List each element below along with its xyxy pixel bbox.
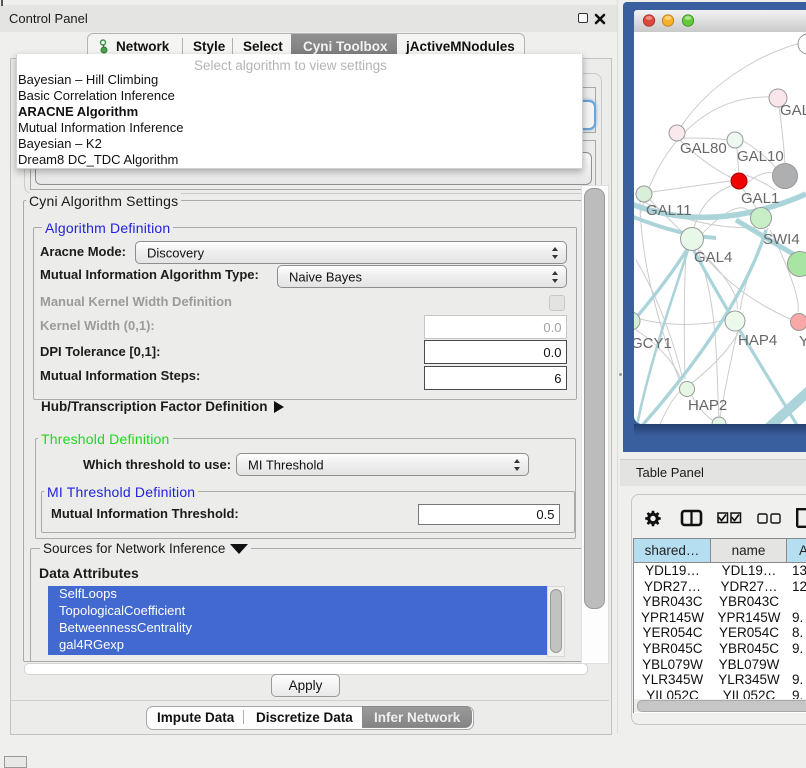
svg-text:GAL8: GAL8 (780, 102, 806, 119)
svg-text:Y: Y (799, 333, 806, 350)
svg-text:HAP4: HAP4 (738, 332, 777, 349)
svg-text:GAL10: GAL10 (737, 148, 784, 165)
svg-text:GAL4: GAL4 (694, 249, 732, 266)
svg-text:SWI4: SWI4 (763, 231, 800, 248)
svg-text:GAL1: GAL1 (741, 190, 779, 207)
svg-text:GAL80: GAL80 (680, 140, 727, 157)
svg-text:GAL11: GAL11 (646, 202, 692, 219)
svg-text:GCY1: GCY1 (634, 335, 672, 352)
svg-text:HAP2: HAP2 (688, 397, 727, 414)
